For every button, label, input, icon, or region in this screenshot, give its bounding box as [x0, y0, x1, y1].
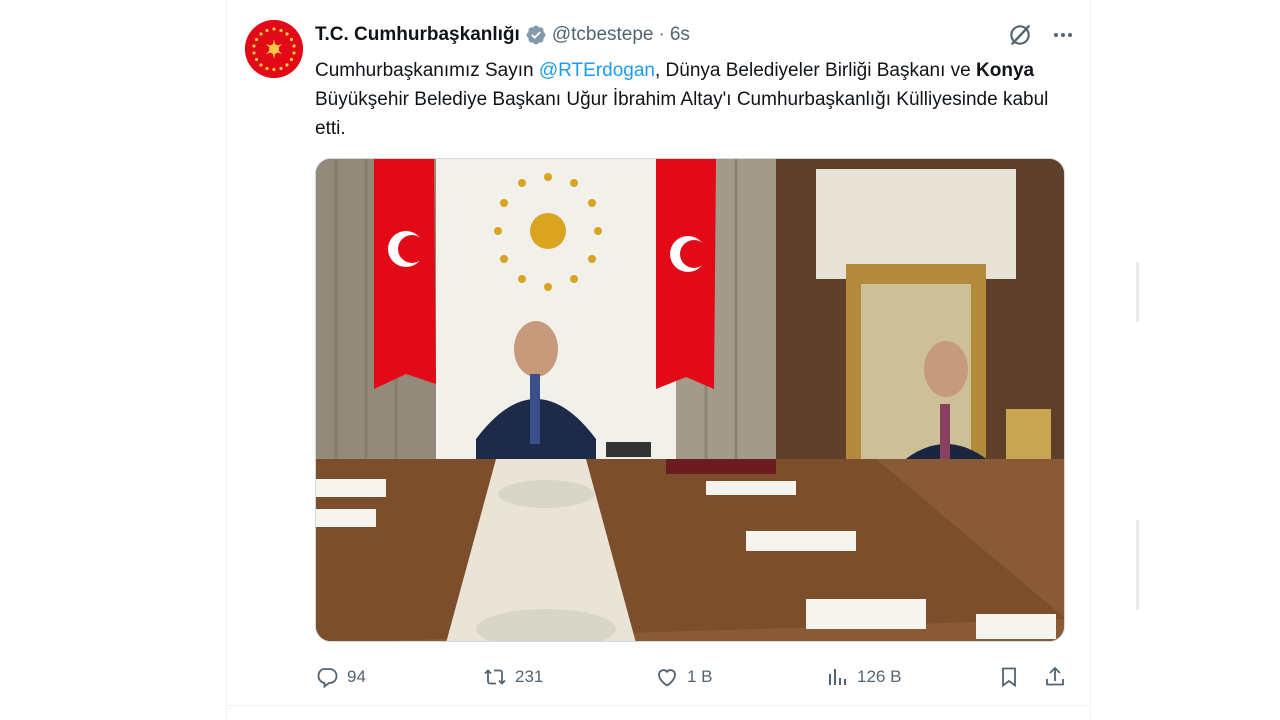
views-count: 126 B: [857, 667, 902, 686]
like-count: 1 B: [687, 667, 713, 686]
timeline-right-border: [1090, 0, 1091, 720]
tweet-header: T.C. Cumhurbaşkanlığı @tcbestepe · 6s: [315, 22, 690, 48]
mention-link[interactable]: @RTErdogan: [539, 60, 655, 81]
tweet-text-part2: , Dünya Belediyeler Birliği Başkanı ve: [654, 60, 977, 81]
retweet-button[interactable]: 231: [483, 662, 543, 692]
views-icon: [829, 669, 846, 685]
tweet-text: Cumhurbaşkanımız Sayın @RTErdogan, Dünya…: [315, 56, 1070, 143]
presidential-seal-icon: [245, 20, 303, 78]
scrollbar-thumb-lower[interactable]: [1136, 520, 1139, 610]
author-handle[interactable]: @tcbestepe: [552, 24, 654, 46]
views-button[interactable]: 126 B: [825, 662, 901, 692]
reply-count: 94: [347, 667, 366, 686]
tweet-text-part3: Büyükşehir Belediye Başkanı Uğur İbrahim…: [315, 89, 1049, 139]
tweet-actions: 94 231 1 B 126 B: [315, 662, 1075, 692]
timeline-left-border: [226, 0, 227, 720]
retweet-count: 231: [515, 667, 544, 686]
scrollbar-thumb[interactable]: [1136, 262, 1139, 322]
like-button[interactable]: 1 B: [655, 662, 713, 692]
reply-button[interactable]: 94: [315, 662, 366, 692]
bookmark-icon: [1002, 667, 1016, 688]
share-button[interactable]: [1043, 662, 1067, 692]
grok-icon[interactable]: [1007, 22, 1033, 48]
meeting-photo: [316, 159, 1064, 641]
like-icon: [658, 669, 676, 687]
tweet-text-bold: Konya: [976, 60, 1035, 81]
more-icon[interactable]: [1051, 23, 1075, 47]
tweet-timestamp[interactable]: 6s: [670, 24, 690, 46]
bookmark-button[interactable]: [997, 662, 1021, 692]
tweet-divider: [227, 705, 1090, 706]
tweet-photo[interactable]: [315, 158, 1065, 642]
tweet-header-actions: [1007, 22, 1075, 48]
verified-badge-icon[interactable]: [525, 24, 547, 46]
author-name[interactable]: T.C. Cumhurbaşkanlığı: [315, 24, 520, 46]
retweet-icon: [484, 669, 506, 685]
reply-icon: [317, 668, 338, 689]
share-icon: [1046, 666, 1064, 686]
avatar[interactable]: [245, 20, 303, 78]
tweet-text-part1: Cumhurbaşkanımız Sayın: [315, 60, 539, 81]
separator-dot: ·: [658, 24, 665, 45]
